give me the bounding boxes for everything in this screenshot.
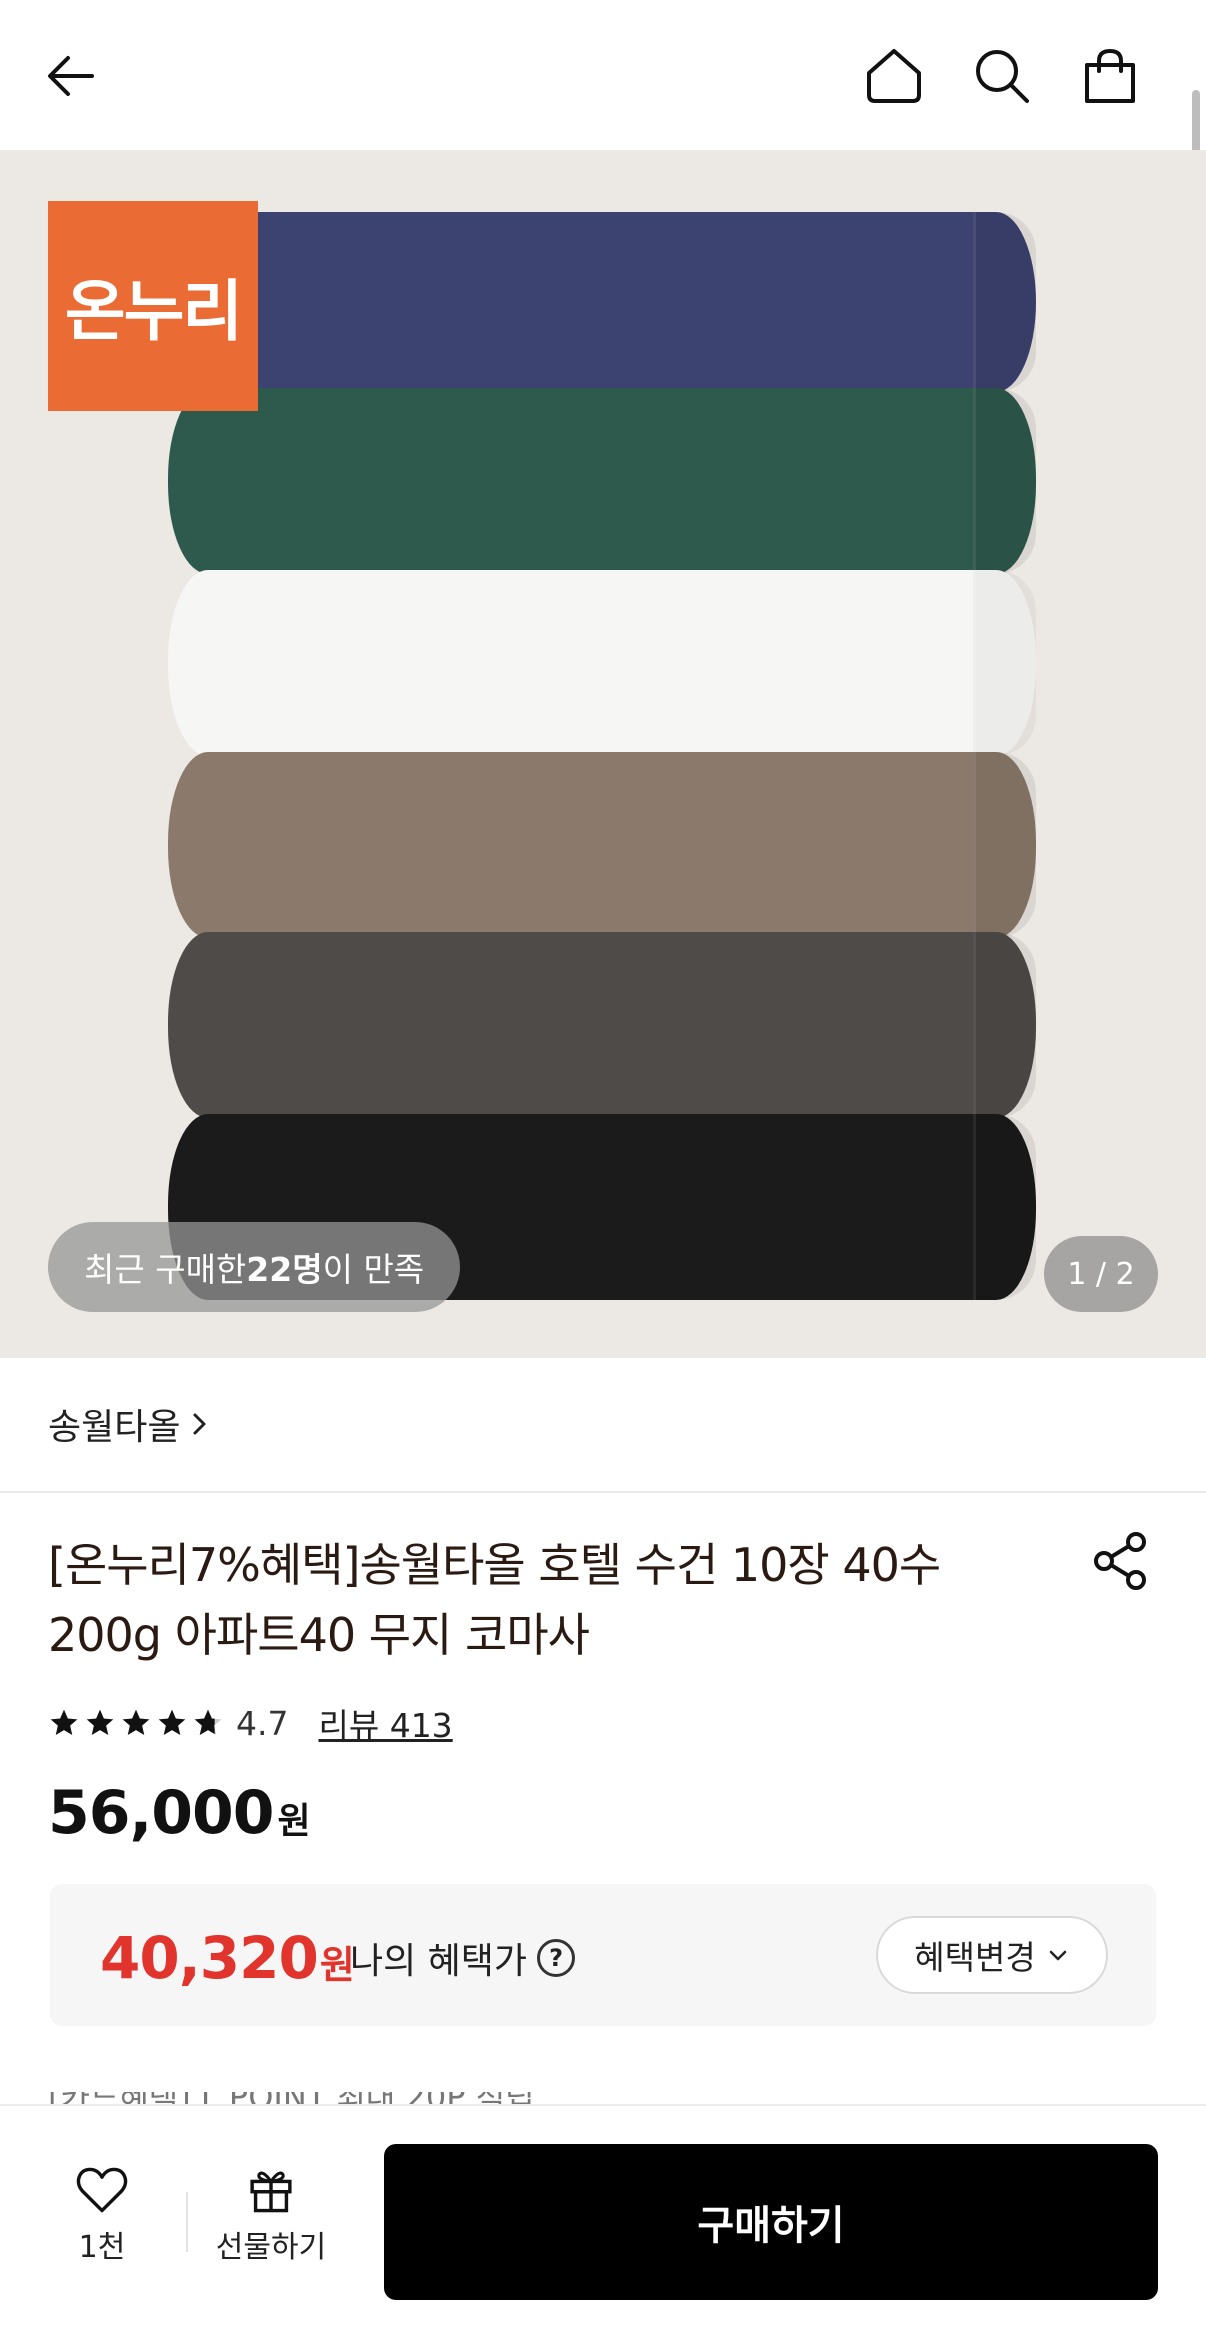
chevron-down-icon	[1049, 1950, 1066, 1961]
review-link[interactable]: 리뷰 413	[318, 1699, 452, 1747]
image-pager: 1 / 2	[1044, 1236, 1158, 1312]
back-arrow-icon	[48, 56, 94, 96]
benefit-label-row: 나의 혜택가 ?	[350, 1932, 576, 1984]
gift-label: 선물하기	[215, 2230, 327, 2265]
logo-text: 온누리	[64, 273, 243, 350]
top-navigation-bar	[0, 0, 1206, 150]
home-icon	[867, 49, 921, 103]
like-button[interactable]: 1천	[60, 2166, 144, 2266]
product-title: [온누리7%혜택]송월타올 호텔 수건 10장 40수 200g 아파트40 무…	[48, 1530, 1008, 1670]
benefit-price-box: 40,320 원 나의 혜택가 ? 혜택변경	[50, 1884, 1156, 2026]
original-price: 56,000 원	[48, 1778, 311, 1848]
satisfaction-badge: 최근 구매한 22명 이 만족	[48, 1222, 461, 1312]
gift-button[interactable]: 선물하기	[206, 2166, 336, 2266]
benefit-price: 40,320 원	[100, 1924, 355, 1992]
price-unit: 원	[277, 1801, 311, 1842]
section-divider	[0, 1491, 1206, 1493]
home-button[interactable]	[858, 40, 930, 112]
towel-beige	[168, 752, 1036, 938]
product-title-line2: 200g 아파트40 무지 코마사	[48, 1608, 590, 1662]
price-value: 56,000	[48, 1778, 275, 1848]
towel-white	[168, 570, 1036, 756]
search-button[interactable]	[966, 40, 1038, 112]
buy-button[interactable]: 구매하기	[384, 2144, 1158, 2300]
satisfaction-suffix: 이 만족	[322, 1250, 425, 1289]
benefit-price-value: 40,320	[100, 1924, 319, 1992]
shopping-bag-icon	[1085, 48, 1135, 103]
star-icon	[50, 1709, 78, 1735]
onnuri-logo: 온누리	[48, 201, 258, 411]
share-icon	[1094, 1532, 1146, 1590]
bottom-action-bar: 1천 선물하기 구매하기	[0, 2104, 1206, 2334]
towel-navy	[168, 212, 1036, 392]
rating-row: 4.7 리뷰 413	[48, 1700, 453, 1746]
back-button[interactable]	[36, 40, 108, 112]
help-icon[interactable]: ?	[537, 1939, 576, 1977]
bottom-divider	[186, 2192, 188, 2252]
heart-icon	[76, 2167, 128, 2213]
towel-charcoal	[168, 932, 1036, 1118]
search-icon	[976, 50, 1029, 103]
star-icon	[86, 1709, 114, 1735]
like-count: 1천	[78, 2230, 126, 2265]
benefit-label: 나의 혜택가	[350, 1941, 528, 1982]
rating-score: 4.7	[236, 1703, 289, 1743]
share-button[interactable]	[1090, 1530, 1152, 1592]
benefit-change-label: 혜택변경	[914, 1938, 1036, 1977]
product-title-line1: [온누리7%혜택]송월타올 호텔 수건 10장 40수	[48, 1538, 941, 1592]
satisfaction-prefix: 최근 구매한	[84, 1250, 247, 1289]
cart-button[interactable]	[1074, 40, 1146, 112]
star-icon	[158, 1709, 186, 1735]
chevron-right-icon	[193, 1413, 206, 1435]
star-partial-icon	[194, 1709, 222, 1735]
gift-icon	[250, 2171, 292, 2213]
towel-green	[168, 388, 1036, 574]
satisfaction-count: 22명	[246, 1250, 323, 1289]
benefit-change-button[interactable]: 혜택변경	[876, 1916, 1108, 1994]
brand-link[interactable]: 송월타올	[48, 1398, 210, 1450]
star-icon	[122, 1709, 150, 1735]
brand-name: 송월타올	[48, 1407, 181, 1448]
